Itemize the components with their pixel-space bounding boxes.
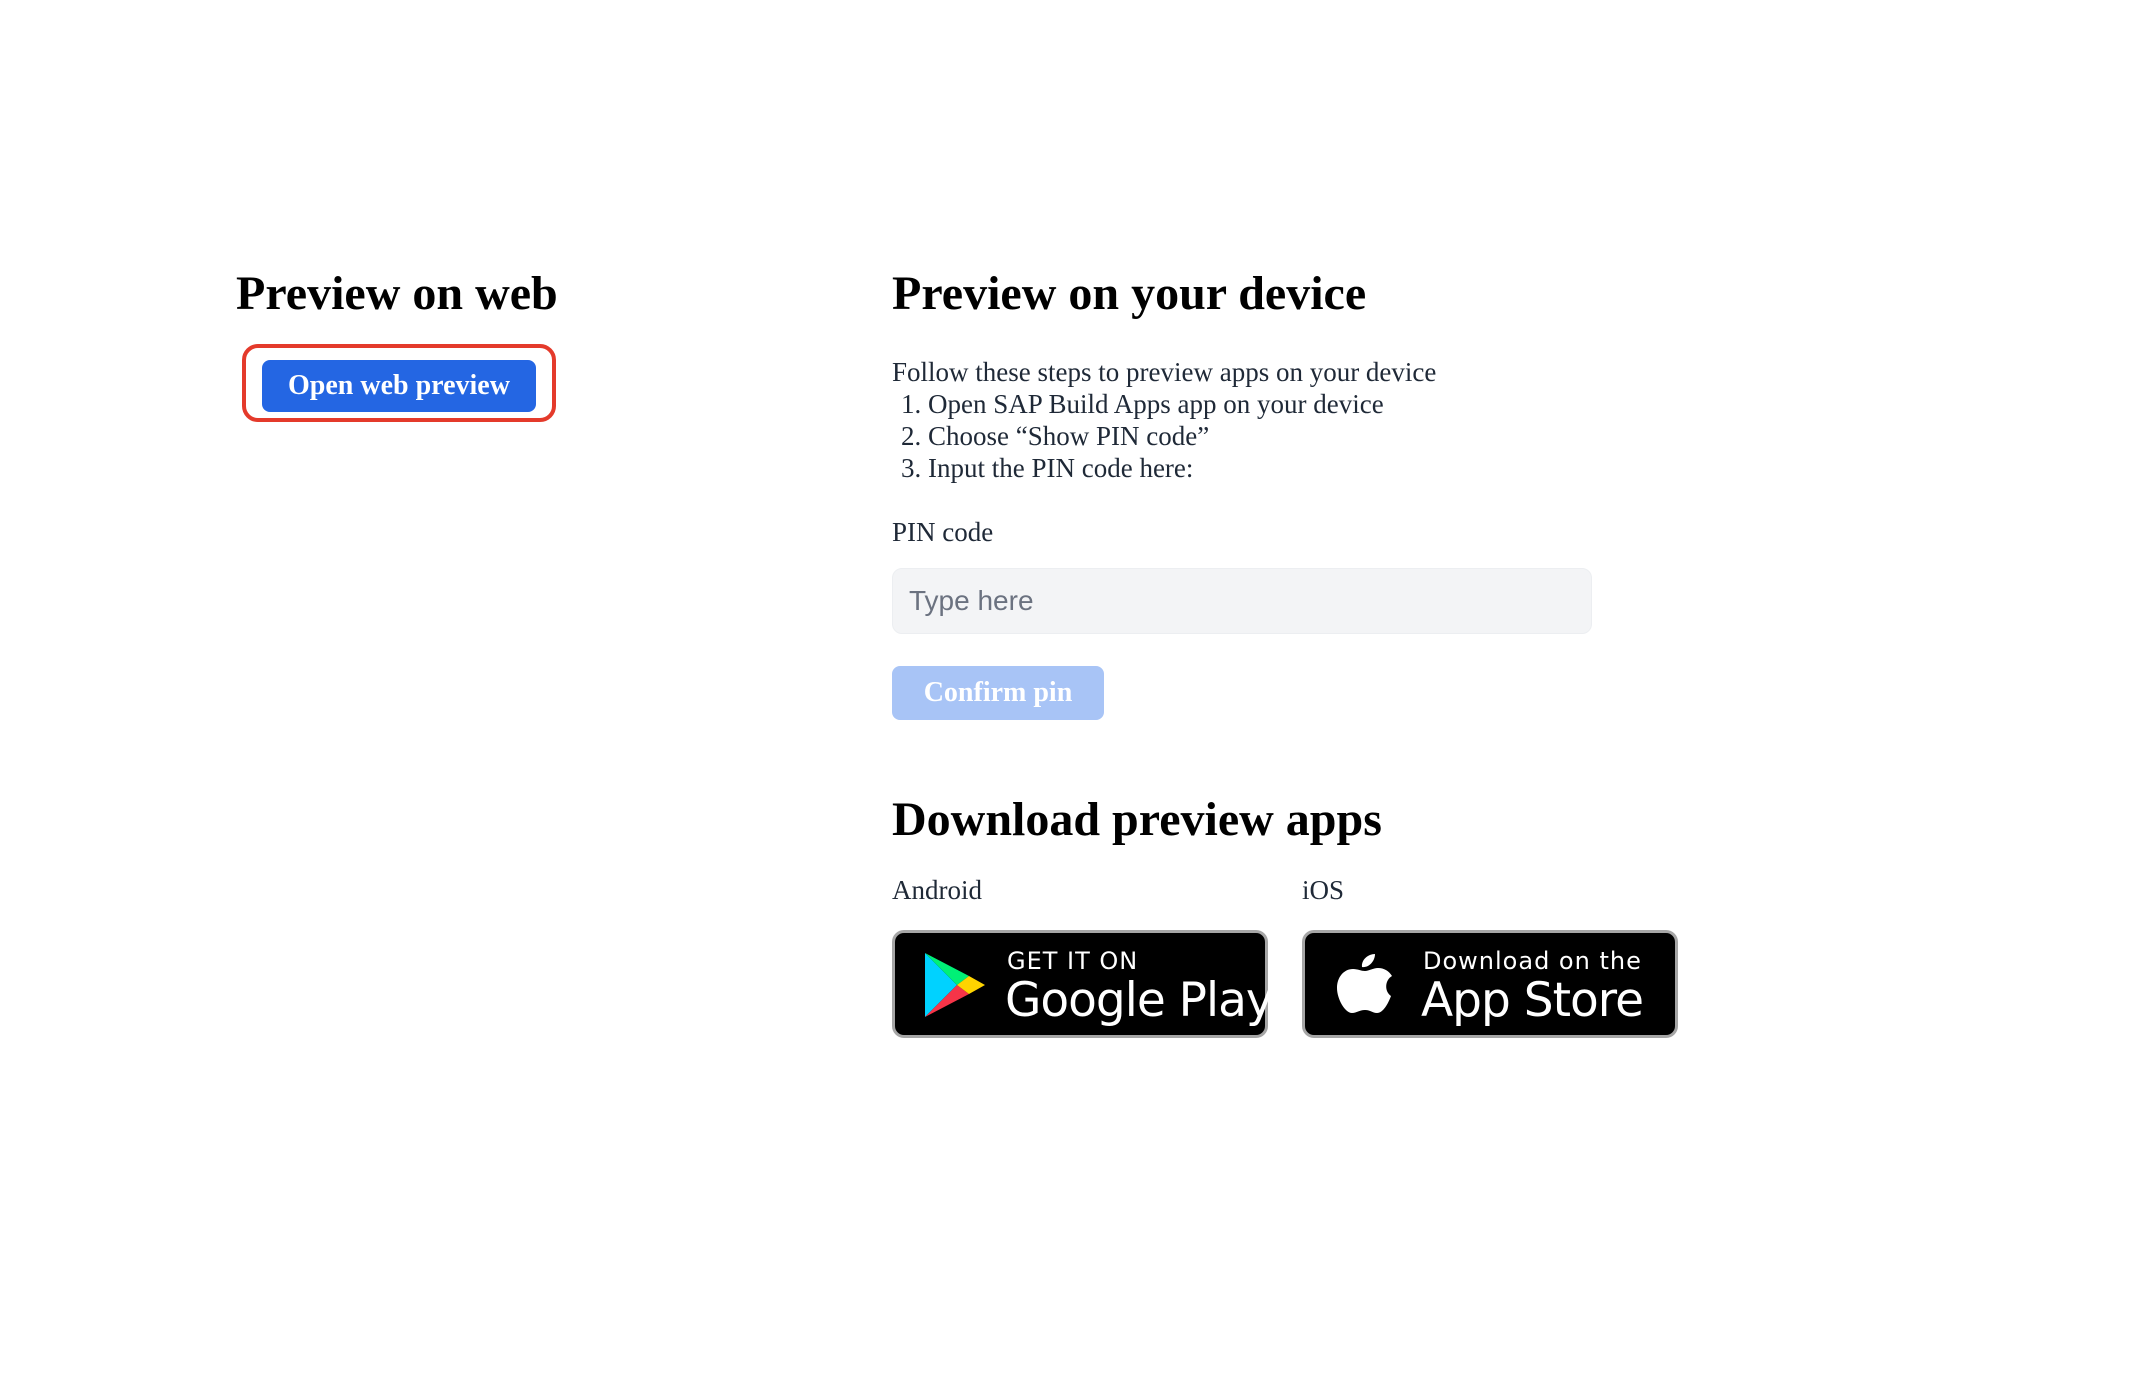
web-preview-section: Preview on web Open web preview [236,262,558,422]
open-web-preview-button[interactable]: Open web preview [262,360,536,412]
step-item: Input the PIN code here: [928,452,1384,484]
google-play-big-text: Google Play [1005,973,1274,1028]
device-preview-steps: Open SAP Build Apps app on your device C… [892,388,1384,484]
google-play-small-text: GET IT ON [1007,947,1139,975]
app-store-badge[interactable]: Download on the App Store [1302,930,1678,1038]
google-play-icon [925,953,985,1017]
google-play-badge[interactable]: GET IT ON Google Play [892,930,1274,1038]
app-store-big-text: App Store [1421,973,1644,1028]
step-item: Choose “Show PIN code” [928,420,1384,452]
step-item: Open SAP Build Apps app on your device [928,388,1384,420]
app-store-small-text: Download on the [1423,947,1642,975]
apple-icon [1337,954,1392,1013]
device-preview-section: Preview on your device Follow these step… [892,262,1712,1038]
confirm-pin-button[interactable]: Confirm pin [892,666,1104,720]
web-preview-heading: Preview on web [236,267,558,320]
pin-code-label: PIN code [892,517,994,547]
device-preview-heading: Preview on your device [892,267,1367,320]
pin-code-input[interactable] [892,568,1592,634]
android-label: Android [892,875,982,905]
download-apps-heading: Download preview apps [892,793,1382,846]
device-preview-intro: Follow these steps to preview apps on yo… [892,357,1437,387]
ios-label: iOS [1302,875,1345,905]
